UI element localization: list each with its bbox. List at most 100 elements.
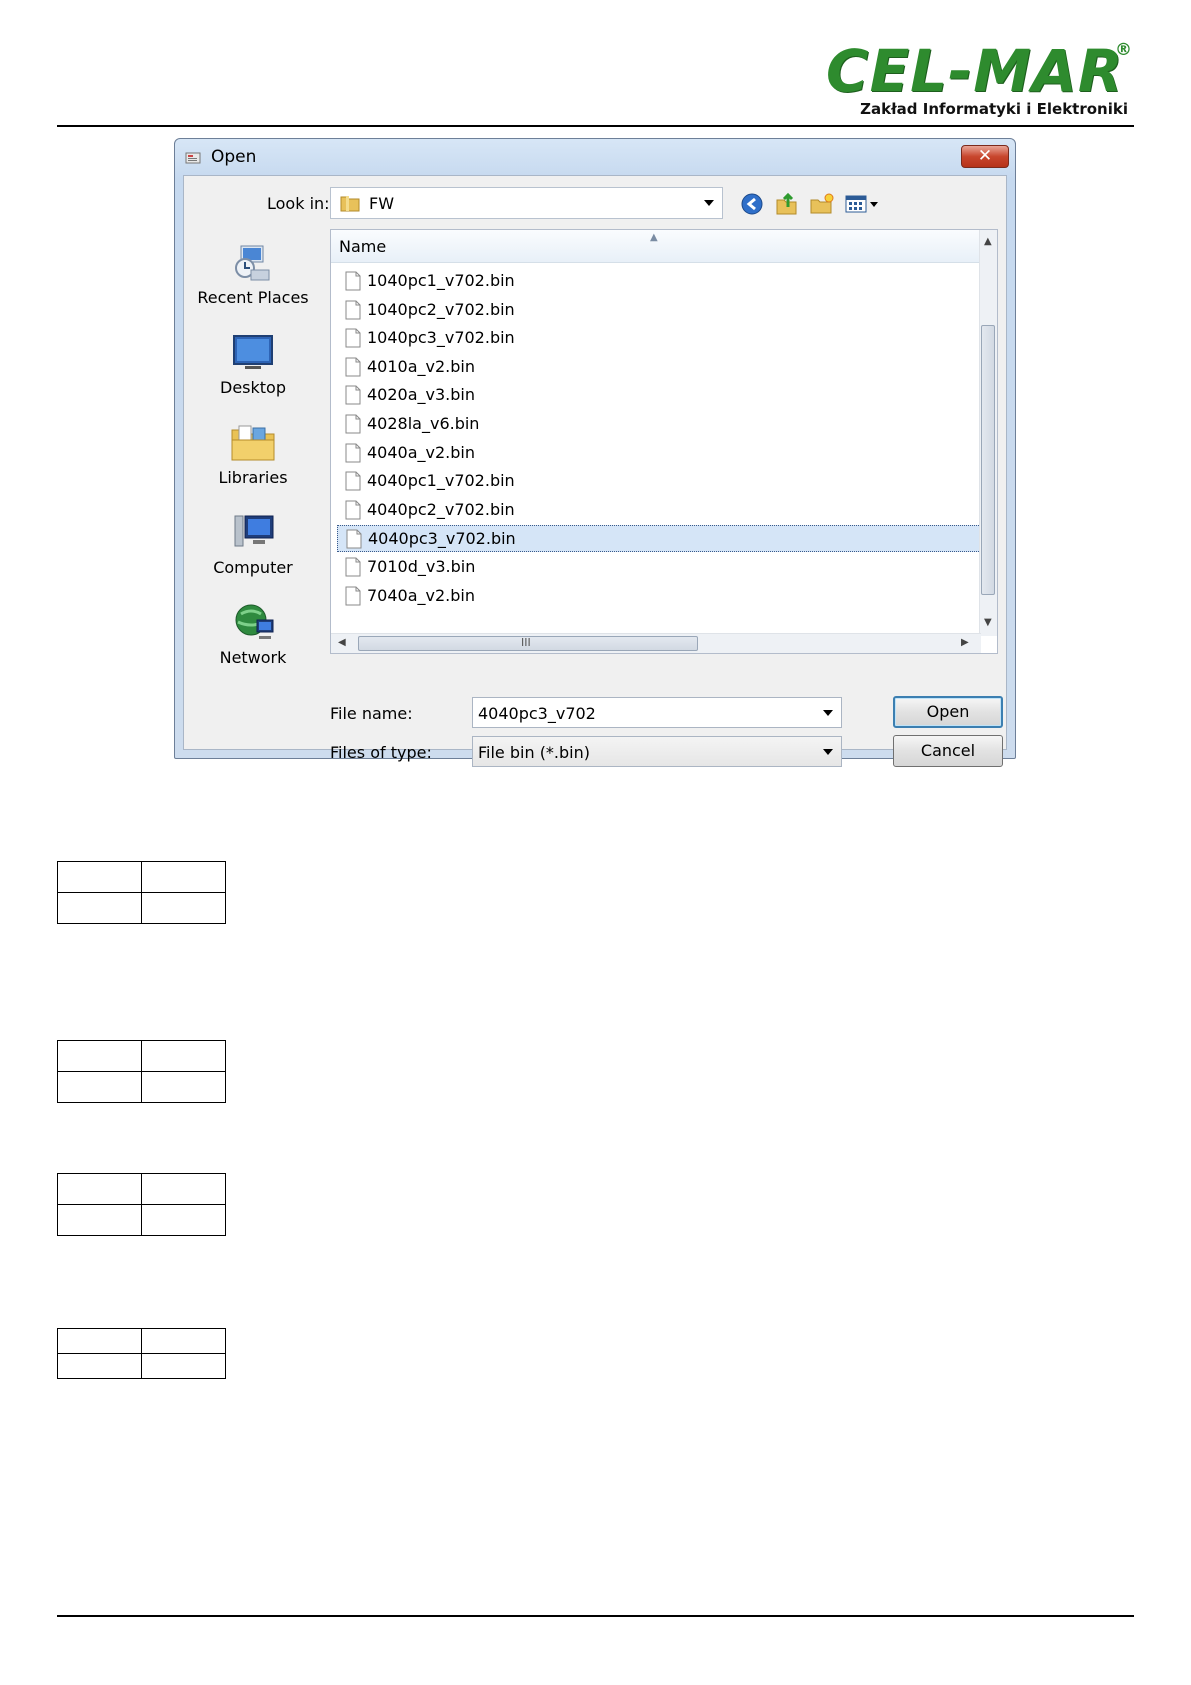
new-folder-icon[interactable]: [809, 192, 835, 216]
file-name-text: 4040pc1_v702.bin: [367, 471, 515, 491]
table-row: [57, 861, 226, 893]
libraries-icon: [231, 425, 275, 461]
view-menu-icon[interactable]: [844, 192, 884, 216]
file-icon: [345, 328, 361, 348]
file-name-text: 4040pc3_v702.bin: [368, 529, 516, 549]
look-in-label: Look in:: [267, 194, 330, 213]
file-icon: [346, 529, 362, 549]
place-desktop[interactable]: Desktop: [184, 330, 322, 416]
table-cell: [141, 861, 226, 893]
place-computer[interactable]: Computer: [184, 510, 322, 596]
column-header-name[interactable]: ▲ Name: [331, 230, 981, 263]
chevron-down-icon[interactable]: [704, 200, 714, 206]
file-name-text: 1040pc1_v702.bin: [367, 271, 515, 290]
horizontal-scroll-thumb[interactable]: III: [358, 636, 698, 651]
horizontal-scrollbar[interactable]: ◀ III ▶: [331, 633, 981, 653]
file-type-label: Files of type:: [330, 743, 432, 762]
open-dialog: Open ✕ Look in: FW Recent Places Desktop…: [174, 138, 1016, 767]
table-row: [57, 1040, 226, 1072]
table-row: [57, 1071, 226, 1103]
dialog-body: Look in: FW Recent Places Desktop Librar…: [183, 175, 1007, 767]
file-list-item[interactable]: 4040pc3_v702.bin: [337, 525, 981, 553]
blank-table-3: [57, 1173, 226, 1236]
computer-icon: [234, 515, 274, 547]
file-name-dropdown-icon[interactable]: [823, 710, 833, 716]
network-icon: [235, 604, 274, 639]
file-name-input[interactable]: 4040pc3_v702: [472, 697, 842, 728]
table-cell: [141, 1071, 226, 1103]
table-cell: [57, 1328, 142, 1354]
scroll-up-icon[interactable]: ▲: [984, 236, 992, 247]
vertical-scroll-thumb[interactable]: [981, 325, 995, 595]
file-name-text: 1040pc3_v702.bin: [367, 328, 515, 348]
table-cell: [141, 892, 226, 924]
back-icon[interactable]: [739, 192, 765, 216]
footer-rule: [57, 1615, 1134, 1617]
file-list-item[interactable]: 1040pc2_v702.bin: [337, 297, 981, 324]
scroll-left-icon[interactable]: ◀: [338, 637, 346, 648]
file-list-item[interactable]: 1040pc1_v702.bin: [337, 268, 981, 295]
file-type-dropdown-icon[interactable]: [823, 749, 833, 755]
blank-table-1: [57, 861, 226, 924]
file-type-select[interactable]: File bin (*.bin): [472, 736, 842, 767]
places-bar: Recent Places Desktop Libraries Computer…: [184, 228, 322, 667]
file-icon: [345, 500, 361, 520]
file-list-item[interactable]: 1040pc3_v702.bin: [337, 325, 981, 352]
cancel-button-label: Cancel: [920, 741, 976, 760]
look-in-dropdown[interactable]: FW: [330, 187, 723, 219]
table-row: [57, 892, 226, 924]
table-row: [57, 1173, 226, 1205]
file-list[interactable]: ▲ Name 1040pc1_v702.bin 1040pc2_v702.bin 1…: [330, 229, 998, 654]
file-icon: [345, 414, 361, 434]
file-list-item[interactable]: 4040pc1_v702.bin: [337, 468, 981, 495]
file-icon: [345, 586, 361, 606]
file-name-label: File name:: [330, 704, 413, 723]
file-icon: [345, 357, 361, 377]
file-list-item[interactable]: 4020a_v3.bin: [337, 382, 981, 409]
place-label-network: Network: [219, 648, 287, 667]
file-name-text: 4040a_v2.bin: [367, 442, 475, 462]
table-cell: [57, 1204, 142, 1236]
table-cell: [57, 1040, 142, 1072]
logo-text: CEL-MAR: [826, 37, 1124, 105]
file-list-item[interactable]: 4028la_v6.bin: [337, 411, 981, 438]
folder-icon: [340, 196, 360, 212]
file-name-text: 4028la_v6.bin: [367, 414, 480, 433]
file-name-text: 1040pc2_v702.bin: [367, 299, 515, 319]
company-logo: CEL-MAR ® Zakład Informatyki i Elektroni…: [826, 40, 1132, 122]
file-list-item[interactable]: 7040a_v2.bin: [337, 583, 981, 610]
scroll-down-icon[interactable]: ▼: [984, 617, 992, 628]
dialog-app-icon: [185, 152, 201, 164]
table-row: [57, 1328, 226, 1354]
file-list-item[interactable]: 4040pc2_v702.bin: [337, 497, 981, 524]
close-button[interactable]: ✕: [961, 145, 1009, 168]
place-libraries[interactable]: Libraries: [184, 420, 322, 506]
table-row: [57, 1353, 226, 1379]
place-recent-places[interactable]: Recent Places: [184, 240, 322, 326]
table-cell: [141, 1353, 226, 1379]
file-icon: [345, 557, 361, 577]
vertical-scrollbar[interactable]: ▲ ▼: [979, 230, 997, 636]
file-name-text: 7040a_v2.bin: [367, 585, 475, 605]
file-name-value: 4040pc3_v702: [478, 704, 596, 723]
cancel-button[interactable]: Cancel: [893, 735, 1003, 767]
close-icon: ✕: [977, 146, 993, 166]
table-cell: [57, 861, 142, 893]
table-cell: [57, 1173, 142, 1205]
open-button-label: Open: [926, 702, 970, 721]
logo-subtitle: Zakład Informatyki i Elektroniki: [860, 100, 1128, 118]
scroll-right-icon[interactable]: ▶: [961, 637, 969, 648]
dialog-title: Open: [211, 147, 257, 167]
place-label-computer: Computer: [213, 558, 293, 577]
open-button[interactable]: Open: [893, 696, 1003, 728]
place-network[interactable]: Network: [184, 600, 322, 686]
table-cell: [57, 1071, 142, 1103]
file-list-item[interactable]: 4010a_v2.bin: [337, 354, 981, 381]
table-cell: [141, 1204, 226, 1236]
table-cell: [57, 892, 142, 924]
up-folder-icon[interactable]: [774, 192, 800, 216]
file-list-item[interactable]: 7010d_v3.bin: [337, 554, 981, 581]
file-list-item[interactable]: 4040a_v2.bin: [337, 440, 981, 467]
dialog-titlebar[interactable]: Open ✕: [175, 139, 1015, 175]
file-icon: [345, 300, 361, 320]
